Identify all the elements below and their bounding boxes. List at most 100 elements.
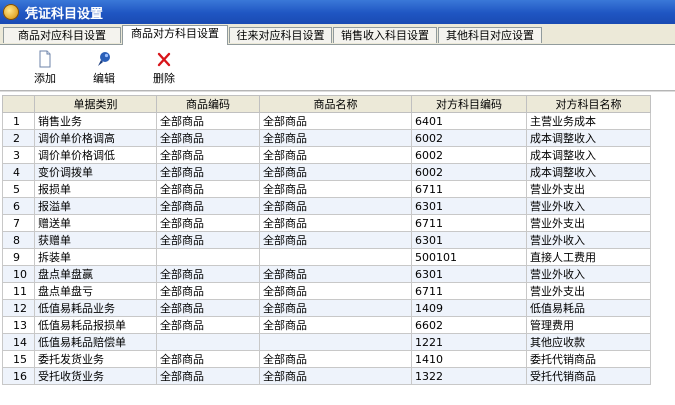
goods-code-cell[interactable]: 全部商品 <box>156 282 260 300</box>
tab-goods-counter-subject[interactable]: 商品对方科目设置 <box>122 25 228 45</box>
header-goods-code[interactable]: 商品编码 <box>156 95 260 113</box>
goods-name-cell[interactable] <box>259 333 412 351</box>
doc-type-cell[interactable]: 受托收货业务 <box>34 367 157 385</box>
doc-type-cell[interactable]: 低值易耗品赔偿单 <box>34 333 157 351</box>
goods-name-cell[interactable]: 全部商品 <box>259 350 412 368</box>
table-row[interactable]: 11 盘点单盘亏 全部商品 全部商品 6711 营业外支出 <box>2 282 651 300</box>
counter-code-cell[interactable]: 6002 <box>411 129 527 147</box>
header-counter-name[interactable]: 对方科目名称 <box>526 95 651 113</box>
table-row[interactable]: 13 低值易耗品报损单 全部商品 全部商品 6602 管理费用 <box>2 316 651 334</box>
goods-name-cell[interactable]: 全部商品 <box>259 180 412 198</box>
doc-type-cell[interactable]: 盘点单盘亏 <box>34 282 157 300</box>
table-row[interactable]: 14 低值易耗品赔偿单 1221 其他应收款 <box>2 333 651 351</box>
doc-type-cell[interactable]: 调价单价格调高 <box>34 129 157 147</box>
counter-name-cell[interactable]: 成本调整收入 <box>526 129 651 147</box>
counter-name-cell[interactable]: 成本调整收入 <box>526 146 651 164</box>
goods-code-cell[interactable]: 全部商品 <box>156 316 260 334</box>
counter-code-cell[interactable]: 6002 <box>411 146 527 164</box>
counter-name-cell[interactable]: 营业外收入 <box>526 231 651 249</box>
header-doc-type[interactable]: 单据类别 <box>34 95 157 113</box>
tab-sales-income-subject[interactable]: 销售收入科目设置 <box>333 27 437 43</box>
goods-name-cell[interactable]: 全部商品 <box>259 299 412 317</box>
goods-code-cell[interactable]: 全部商品 <box>156 163 260 181</box>
goods-code-cell[interactable]: 全部商品 <box>156 197 260 215</box>
tab-other-subject[interactable]: 其他科目对应设置 <box>438 27 542 43</box>
table-row[interactable]: 2 调价单价格调高 全部商品 全部商品 6002 成本调整收入 <box>2 129 651 147</box>
table-row[interactable]: 16 受托收货业务 全部商品 全部商品 1322 受托代销商品 <box>2 367 651 385</box>
counter-name-cell[interactable]: 委托代销商品 <box>526 350 651 368</box>
add-button[interactable]: 添加 <box>24 49 66 87</box>
counter-code-cell[interactable]: 6401 <box>411 112 527 130</box>
counter-code-cell[interactable]: 6711 <box>411 180 527 198</box>
counter-code-cell[interactable]: 1221 <box>411 333 527 351</box>
counter-code-cell[interactable]: 500101 <box>411 248 527 266</box>
goods-code-cell[interactable]: 全部商品 <box>156 214 260 232</box>
doc-type-cell[interactable]: 变价调拨单 <box>34 163 157 181</box>
counter-code-cell[interactable]: 6711 <box>411 282 527 300</box>
counter-name-cell[interactable]: 受托代销商品 <box>526 367 651 385</box>
counter-name-cell[interactable]: 低值易耗品 <box>526 299 651 317</box>
table-row[interactable]: 7 赠送单 全部商品 全部商品 6711 营业外支出 <box>2 214 651 232</box>
counter-code-cell[interactable]: 6301 <box>411 231 527 249</box>
counter-code-cell[interactable]: 6301 <box>411 265 527 283</box>
counter-name-cell[interactable]: 营业外支出 <box>526 282 651 300</box>
goods-code-cell[interactable]: 全部商品 <box>156 350 260 368</box>
counter-code-cell[interactable]: 1410 <box>411 350 527 368</box>
doc-type-cell[interactable]: 盘点单盘赢 <box>34 265 157 283</box>
goods-name-cell[interactable]: 全部商品 <box>259 112 412 130</box>
delete-button[interactable]: 删除 <box>143 49 185 87</box>
table-row[interactable]: 3 调价单价格调低 全部商品 全部商品 6002 成本调整收入 <box>2 146 651 164</box>
tab-contacts-subject[interactable]: 往来对应科目设置 <box>229 27 332 43</box>
counter-code-cell[interactable]: 1409 <box>411 299 527 317</box>
doc-type-cell[interactable]: 赠送单 <box>34 214 157 232</box>
doc-type-cell[interactable]: 调价单价格调低 <box>34 146 157 164</box>
doc-type-cell[interactable]: 报损单 <box>34 180 157 198</box>
counter-name-cell[interactable]: 营业外支出 <box>526 180 651 198</box>
doc-type-cell[interactable]: 低值易耗品业务 <box>34 299 157 317</box>
goods-name-cell[interactable]: 全部商品 <box>259 214 412 232</box>
table-row[interactable]: 12 低值易耗品业务 全部商品 全部商品 1409 低值易耗品 <box>2 299 651 317</box>
doc-type-cell[interactable]: 获赠单 <box>34 231 157 249</box>
counter-code-cell[interactable]: 1322 <box>411 367 527 385</box>
table-row[interactable]: 10 盘点单盘赢 全部商品 全部商品 6301 营业外收入 <box>2 265 651 283</box>
goods-code-cell[interactable] <box>156 333 260 351</box>
tab-goods-subject[interactable]: 商品对应科目设置 <box>3 27 121 43</box>
counter-code-cell[interactable]: 6602 <box>411 316 527 334</box>
goods-code-cell[interactable]: 全部商品 <box>156 180 260 198</box>
header-goods-name[interactable]: 商品名称 <box>259 95 412 113</box>
table-row[interactable]: 15 委托发货业务 全部商品 全部商品 1410 委托代销商品 <box>2 350 651 368</box>
goods-code-cell[interactable]: 全部商品 <box>156 231 260 249</box>
table-row[interactable]: 5 报损单 全部商品 全部商品 6711 营业外支出 <box>2 180 651 198</box>
goods-name-cell[interactable] <box>259 248 412 266</box>
table-row[interactable]: 1 销售业务 全部商品 全部商品 6401 主营业务成本 <box>2 112 651 130</box>
goods-code-cell[interactable]: 全部商品 <box>156 112 260 130</box>
table-row[interactable]: 9 拆装单 500101 直接人工费用 <box>2 248 651 266</box>
doc-type-cell[interactable]: 报溢单 <box>34 197 157 215</box>
doc-type-cell[interactable]: 拆装单 <box>34 248 157 266</box>
goods-name-cell[interactable]: 全部商品 <box>259 316 412 334</box>
counter-code-cell[interactable]: 6711 <box>411 214 527 232</box>
table-row[interactable]: 4 变价调拨单 全部商品 全部商品 6002 成本调整收入 <box>2 163 651 181</box>
goods-name-cell[interactable]: 全部商品 <box>259 146 412 164</box>
goods-code-cell[interactable]: 全部商品 <box>156 299 260 317</box>
counter-name-cell[interactable]: 管理费用 <box>526 316 651 334</box>
goods-name-cell[interactable]: 全部商品 <box>259 265 412 283</box>
goods-code-cell[interactable]: 全部商品 <box>156 146 260 164</box>
goods-name-cell[interactable]: 全部商品 <box>259 231 412 249</box>
goods-code-cell[interactable]: 全部商品 <box>156 265 260 283</box>
counter-name-cell[interactable]: 直接人工费用 <box>526 248 651 266</box>
edit-button[interactable]: 编辑 <box>83 49 125 87</box>
doc-type-cell[interactable]: 委托发货业务 <box>34 350 157 368</box>
counter-code-cell[interactable]: 6301 <box>411 197 527 215</box>
goods-code-cell[interactable]: 全部商品 <box>156 129 260 147</box>
table-row[interactable]: 8 获赠单 全部商品 全部商品 6301 营业外收入 <box>2 231 651 249</box>
counter-name-cell[interactable]: 营业外收入 <box>526 265 651 283</box>
counter-name-cell[interactable]: 成本调整收入 <box>526 163 651 181</box>
goods-name-cell[interactable]: 全部商品 <box>259 282 412 300</box>
counter-name-cell[interactable]: 其他应收款 <box>526 333 651 351</box>
goods-code-cell[interactable]: 全部商品 <box>156 367 260 385</box>
counter-name-cell[interactable]: 营业外支出 <box>526 214 651 232</box>
goods-name-cell[interactable]: 全部商品 <box>259 163 412 181</box>
header-counter-code[interactable]: 对方科目编码 <box>411 95 527 113</box>
goods-name-cell[interactable]: 全部商品 <box>259 197 412 215</box>
